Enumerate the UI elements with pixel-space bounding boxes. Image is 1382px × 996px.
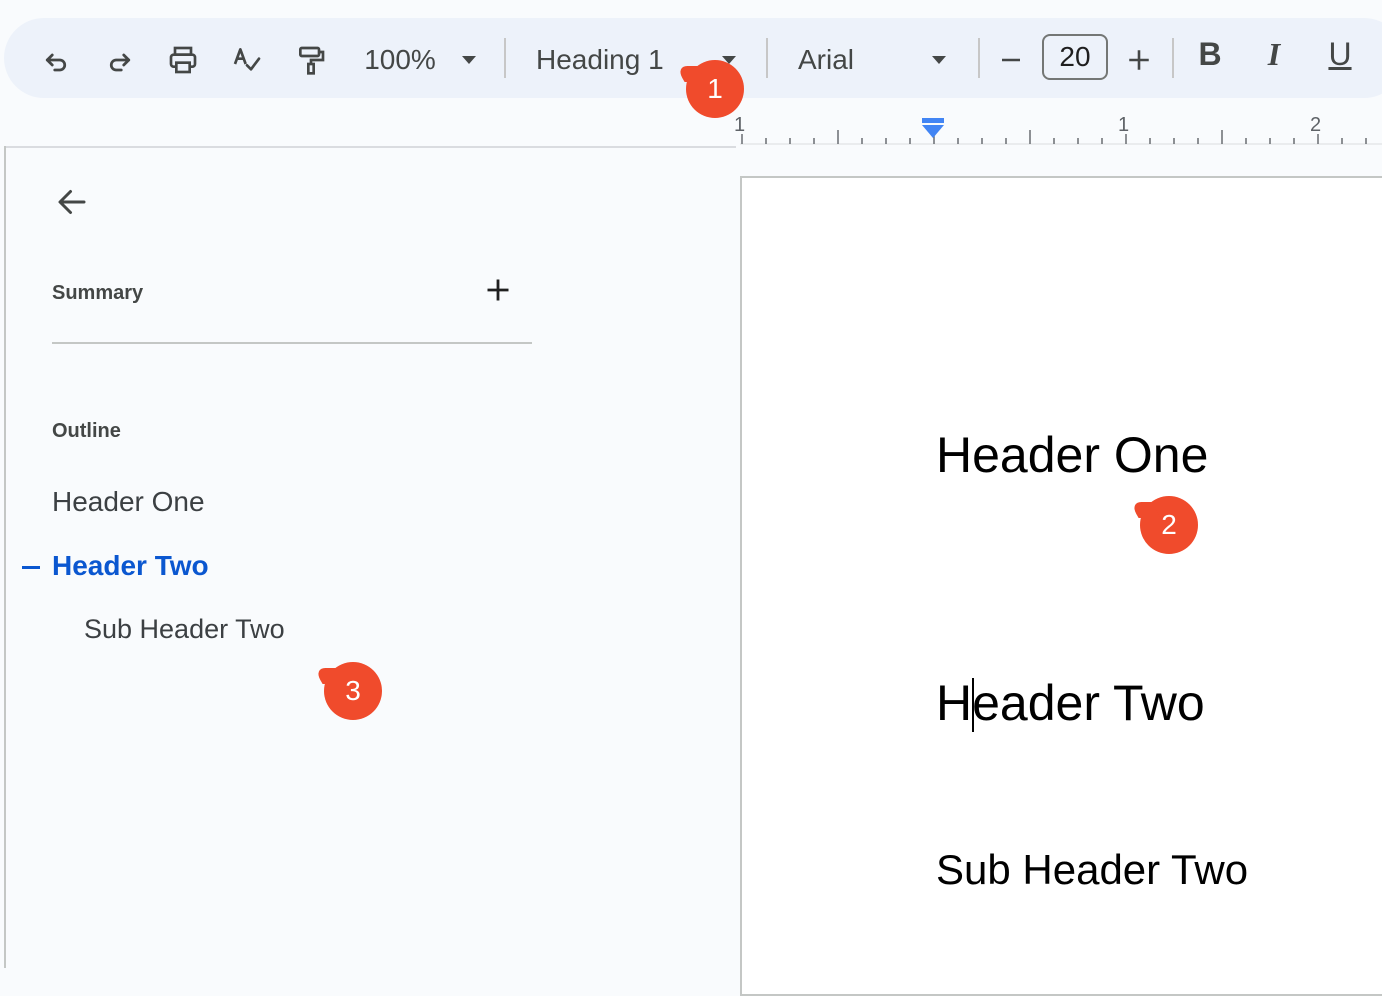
ruler-number: 1: [1118, 114, 1130, 136]
font-size-value: 20: [1059, 41, 1091, 72]
underline-button[interactable]: U: [1320, 36, 1360, 73]
bold-button[interactable]: B: [1190, 36, 1230, 73]
add-summary-icon[interactable]: [484, 276, 512, 309]
zoom-select[interactable]: 100%: [360, 38, 440, 82]
paint-format-icon[interactable]: [292, 38, 330, 82]
summary-divider: [52, 342, 532, 344]
increase-font-size-icon[interactable]: [1124, 38, 1154, 82]
indent-marker-icon[interactable]: [920, 118, 946, 142]
redo-icon[interactable]: [102, 38, 138, 82]
doc-sub-heading-two[interactable]: Sub Header Two: [936, 846, 1248, 894]
outline-item-label: Header One: [52, 486, 205, 517]
paragraph-style-value: Heading 1: [536, 44, 664, 75]
annotation-badge-3: 3: [324, 662, 382, 720]
toolbar-divider: [978, 38, 980, 78]
italic-button[interactable]: I: [1254, 36, 1294, 73]
document-outline-panel: Summary Outline Header One Header Two Su…: [6, 146, 736, 970]
ruler-number: 2: [1310, 114, 1322, 136]
outline-heading: Outline: [52, 420, 121, 442]
outline-item-label: Sub Header Two: [84, 614, 285, 644]
document-page[interactable]: Header One Header Two Sub Header Two: [740, 176, 1382, 996]
outline-item-header-two[interactable]: Header Two: [52, 550, 209, 582]
outline-item-header-one[interactable]: Header One: [52, 486, 205, 518]
active-indicator: [22, 566, 40, 569]
back-arrow-icon[interactable]: [54, 184, 90, 225]
outline-item-sub-header-two[interactable]: Sub Header Two: [84, 614, 285, 645]
badge-number: 1: [707, 73, 723, 104]
toolbar-divider: [1172, 38, 1174, 78]
font-size-input[interactable]: 20: [1042, 34, 1108, 80]
badge-number: 2: [1161, 509, 1177, 540]
ruler[interactable]: 1 1 2: [734, 112, 1382, 146]
spellcheck-icon[interactable]: [228, 38, 266, 82]
decrease-font-size-icon[interactable]: [996, 38, 1026, 82]
toolbar-divider: [766, 38, 768, 78]
undo-icon[interactable]: [38, 38, 74, 82]
text-cursor: [972, 678, 974, 732]
toolbar-divider: [504, 38, 506, 78]
doc-heading-two[interactable]: Header Two: [936, 674, 1205, 732]
font-value: Arial: [798, 44, 855, 75]
doc-heading-one[interactable]: Header One: [936, 426, 1208, 484]
font-select[interactable]: Arial: [798, 38, 878, 82]
annotation-badge-1: 1: [686, 60, 744, 118]
annotation-badge-2: 2: [1140, 496, 1198, 554]
font-dropdown-icon[interactable]: [926, 38, 952, 82]
outline-item-label: Header Two: [52, 550, 209, 581]
summary-heading: Summary: [52, 282, 144, 304]
zoom-value: 100%: [364, 44, 436, 75]
print-icon[interactable]: [164, 38, 202, 82]
ruler-number: 1: [734, 114, 746, 136]
paragraph-style-select[interactable]: Heading 1: [536, 38, 676, 82]
zoom-dropdown-icon[interactable]: [456, 38, 482, 82]
badge-number: 3: [345, 675, 361, 706]
